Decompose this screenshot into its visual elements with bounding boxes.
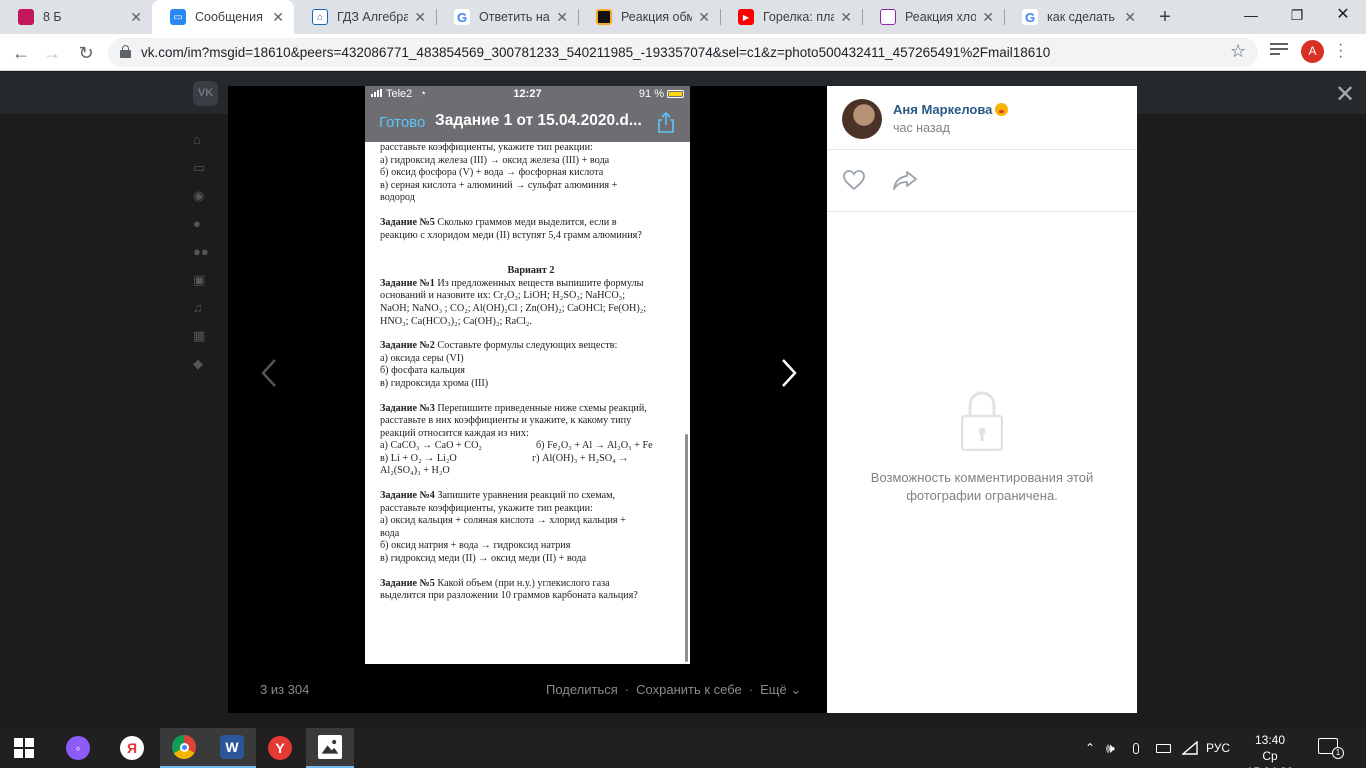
browser-tab-6[interactable]: ▶ Горелка: плав ✕ xyxy=(720,0,862,34)
document-content: расставьте коэффициенты, укажите тип реа… xyxy=(380,142,682,603)
taskbar-word[interactable]: W xyxy=(208,728,256,768)
task5-variant1: Задание №5 Сколько граммов меди выделитс… xyxy=(380,216,617,228)
browser-tab-bar: 8 Б ✕ ▭ Сообщения ✕ ⌂ ГДЗ Алгебра 8 ✕ G … xyxy=(0,0,1366,34)
chevron-down-icon: ⌄ xyxy=(790,682,802,697)
repost-share-icon[interactable] xyxy=(892,169,918,191)
menu-kebab-icon[interactable]: · · · xyxy=(1338,37,1343,65)
like-heart-icon[interactable] xyxy=(842,169,866,191)
windows-logo-icon xyxy=(14,738,34,758)
chrome-icon xyxy=(172,735,196,759)
battery-tray-icon[interactable] xyxy=(1156,728,1171,768)
tray-chevron-up-icon[interactable]: ⌃ xyxy=(1085,728,1095,768)
vk-logo-icon: VK xyxy=(193,81,218,106)
close-viewer-icon[interactable]: ✕ xyxy=(1335,80,1355,109)
save-button[interactable]: Сохранить к себе xyxy=(636,682,742,697)
yandex-icon: Y xyxy=(268,736,292,760)
maximize-button[interactable]: ❐ xyxy=(1274,0,1320,34)
youtube-icon: ▶ xyxy=(738,9,754,25)
taskbar-yandex-browser[interactable]: Я xyxy=(108,728,156,768)
document-title: Задание 1 от 15.04.2020.d... xyxy=(435,112,642,129)
next-photo-arrow-icon[interactable] xyxy=(779,358,799,388)
comments-restricted-text: Возможность комментирования этой фотограф… xyxy=(870,470,1094,503)
photo-info-panel: Аня Маркелова час назад Возможность комм… xyxy=(827,86,1137,713)
close-tab-icon[interactable]: ✕ xyxy=(982,9,994,26)
task5-variant2: Задание №5 Какой объем (при н.у.) углеки… xyxy=(380,577,610,589)
google-icon: G xyxy=(1022,9,1038,25)
post-time[interactable]: час назад xyxy=(893,121,950,135)
share-icon xyxy=(656,111,676,134)
browser-tab-3[interactable]: ⌂ ГДЗ Алгебра 8 ✕ xyxy=(294,0,436,34)
close-tab-icon[interactable]: ✕ xyxy=(840,9,852,26)
browser-tab-1[interactable]: 8 Б ✕ xyxy=(0,0,152,34)
photo-image[interactable]: Tele2 ◔ 12:27 91 % Готово Задание 1 от 1… xyxy=(365,86,690,664)
browser-tab-5[interactable]: Реакция обме ✕ xyxy=(578,0,720,34)
battery-icon xyxy=(667,90,684,99)
phone-nav-bar: Готово Задание 1 от 15.04.2020.d... xyxy=(365,104,690,142)
address-bar: ← → ↻ vk.com/im?msgid=18610&peers=432086… xyxy=(0,34,1366,71)
lock-icon xyxy=(960,391,1004,452)
taskbar-chrome[interactable] xyxy=(160,728,208,768)
task3-variant2: Задание №3 Перепишите приведенные ниже с… xyxy=(380,402,647,414)
task2-variant2: Задание №2 Составьте формулы следующих в… xyxy=(380,340,618,352)
omnibox[interactable]: vk.com/im?msgid=18610&peers=432086771_48… xyxy=(108,38,1258,67)
image-site-icon xyxy=(880,9,896,25)
close-tab-icon[interactable]: ✕ xyxy=(556,9,568,26)
author-avatar[interactable] xyxy=(842,99,882,139)
author-name[interactable]: Аня Маркелова xyxy=(893,102,1009,117)
browser-tab-2[interactable]: ▭ Сообщения ✕ xyxy=(152,0,294,34)
volume-icon[interactable]: 🕪 xyxy=(1106,728,1115,768)
browser-tab-7[interactable]: Реакция хлор ✕ xyxy=(862,0,1004,34)
viewer-footer: 3 из 304 Поделиться · Сохранить к себе · Ещё… xyxy=(260,682,802,697)
photos-icon xyxy=(318,735,342,759)
new-tab-button[interactable]: + xyxy=(1153,5,1177,29)
taskbar-yandex[interactable]: Y xyxy=(256,728,304,768)
phone-status-bar: Tele2 ◔ 12:27 91 % xyxy=(365,86,690,104)
microphone-icon[interactable] xyxy=(1133,728,1139,768)
close-tab-icon[interactable]: ✕ xyxy=(130,9,142,26)
close-window-button[interactable]: ✕ xyxy=(1320,0,1366,34)
done-button: Готово xyxy=(379,114,426,131)
url-text[interactable]: vk.com/im?msgid=18610&peers=432086771_48… xyxy=(141,45,1050,60)
photo-counter: 3 из 304 xyxy=(260,682,310,697)
task4-variant2: Задание №4 Запишите уравнения реакций по… xyxy=(380,490,616,502)
reload-button[interactable]: ↻ xyxy=(74,41,98,65)
gdz-icon: ⌂ xyxy=(312,9,328,25)
emoji-icon xyxy=(995,103,1009,116)
profile-avatar[interactable]: A xyxy=(1301,40,1324,63)
google-icon: G xyxy=(454,9,470,25)
alice-icon: ◦ xyxy=(66,736,90,760)
language-indicator[interactable]: РУС xyxy=(1206,728,1230,768)
media-control-icon[interactable] xyxy=(1270,43,1288,59)
network-icon[interactable] xyxy=(1182,728,1198,768)
task1-variant2: Задание №1 Из предложенных веществ выпиш… xyxy=(380,277,644,289)
lock-icon[interactable] xyxy=(120,45,131,58)
minimize-button[interactable]: — xyxy=(1228,0,1274,34)
document-scrollbar xyxy=(685,434,688,662)
forward-button[interactable]: → xyxy=(40,41,64,65)
taskbar-photos[interactable] xyxy=(306,728,354,768)
browser-tab-4[interactable]: G Ответить на в ✕ xyxy=(436,0,578,34)
variant-2-heading: Вариант 2 xyxy=(507,265,555,277)
close-tab-icon[interactable]: ✕ xyxy=(414,9,426,26)
close-tab-icon[interactable]: ✕ xyxy=(1124,9,1136,26)
back-button[interactable]: ← xyxy=(9,41,33,65)
more-button[interactable]: Ещё ⌄ xyxy=(760,682,801,697)
start-button[interactable] xyxy=(0,728,48,768)
close-tab-icon[interactable]: ✕ xyxy=(272,9,284,26)
8b-icon xyxy=(18,9,34,25)
vk-messages-icon: ▭ xyxy=(170,9,186,25)
close-tab-icon[interactable]: ✕ xyxy=(698,9,710,26)
reaction-site-icon xyxy=(596,9,612,25)
browser-tab-8[interactable]: G как сделать ск ✕ xyxy=(1004,0,1146,34)
notifications-icon[interactable]: 1 xyxy=(1318,738,1344,759)
yandex-browser-icon: Я xyxy=(120,736,144,760)
taskbar-alice[interactable]: ◦ xyxy=(54,728,102,768)
taskbar-clock[interactable]: 13:40 Ср 15.04.20 xyxy=(1238,732,1302,768)
vk-sidebar-dimmed: ⌂ ▭ ◉ ● ●● ▣ ♫ ▦ ◆ xyxy=(193,132,209,371)
windows-taskbar: ◦ Я W Y ⌃ 🕪 РУС 13:40 Ср 15.04.20 1 xyxy=(0,728,1366,768)
bookmark-star-icon[interactable]: ☆ xyxy=(1230,41,1246,62)
prev-photo-arrow-icon[interactable] xyxy=(259,358,279,388)
word-icon: W xyxy=(220,735,244,759)
share-button[interactable]: Поделиться xyxy=(546,682,618,697)
